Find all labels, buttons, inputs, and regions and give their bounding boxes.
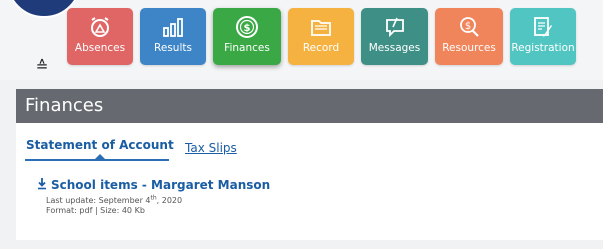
tile-resources[interactable]: $ Resources [435, 8, 503, 65]
alarm-clock-icon [91, 17, 109, 37]
tile-label: Resources [442, 42, 496, 54]
tile-registration[interactable]: Registration [510, 8, 576, 65]
chevrons-up-icon[interactable]: ≙ [34, 58, 50, 74]
document-link[interactable]: School items - Margaret Manson [37, 177, 270, 193]
tile-finances[interactable]: $ Finances [213, 8, 281, 65]
tile-label: Results [154, 42, 192, 54]
page-title: Finances [25, 95, 104, 116]
tile-label: Absences [74, 42, 126, 54]
resources-icon: $ [460, 17, 479, 37]
active-tab-underline [25, 159, 169, 161]
section-header: Finances [16, 89, 603, 123]
document-last-update: Last update: September 4th, 2020 [46, 194, 183, 205]
document-title: School items - Margaret Manson [51, 178, 271, 192]
tab-statement-of-account[interactable]: Statement of Account [26, 137, 174, 153]
tile-absences[interactable]: Absences [67, 8, 133, 65]
header-area: ≙ Absences Results $ Finances Record Mes… [0, 0, 603, 80]
dollar-coin-icon: $ [236, 16, 258, 38]
folder-icon [311, 20, 331, 36]
tile-record[interactable]: Record [288, 8, 354, 65]
download-icon [38, 178, 46, 190]
tile-label: Registration [511, 42, 575, 54]
tile-label: Record [302, 42, 340, 54]
tile-results[interactable]: Results [140, 8, 206, 65]
svg-text:$: $ [465, 21, 471, 32]
tab-tax-slips[interactable]: Tax Slips [185, 140, 237, 156]
content-panel: Statement of Account Tax Slips School it… [16, 123, 603, 240]
message-icon [385, 17, 404, 38]
tile-messages[interactable]: Messages [361, 8, 428, 65]
tile-label: Messages [368, 42, 421, 54]
registration-form-icon [534, 17, 552, 37]
document-format-size: Format: pdf | Size: 40 Kb [46, 206, 145, 215]
tile-label: Finances [224, 42, 270, 54]
bar-chart-icon [163, 18, 183, 37]
svg-text:$: $ [244, 23, 251, 34]
